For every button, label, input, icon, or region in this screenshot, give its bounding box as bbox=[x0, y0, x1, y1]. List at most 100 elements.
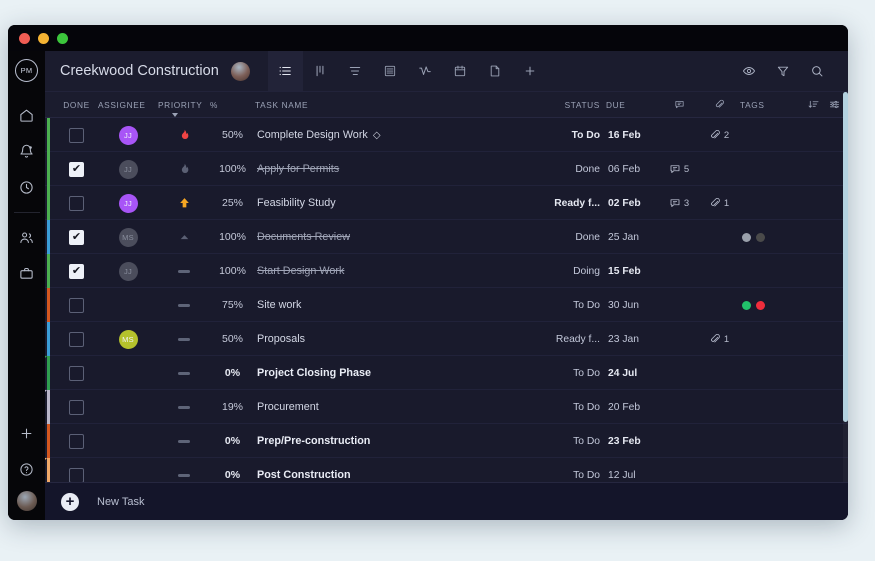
tag-dot[interactable] bbox=[742, 301, 751, 310]
column-header-assignee[interactable]: ASSIGNEE bbox=[98, 100, 158, 110]
tab-gantt[interactable] bbox=[338, 51, 373, 91]
filter-button[interactable] bbox=[766, 64, 800, 78]
row-assignee-cell[interactable]: JJ bbox=[98, 262, 158, 281]
sidebar-item-recents[interactable] bbox=[13, 173, 41, 201]
row-status-cell[interactable]: To Do bbox=[536, 402, 606, 413]
row-priority-cell[interactable] bbox=[158, 474, 210, 477]
row-percent-cell[interactable]: 50% bbox=[210, 129, 255, 141]
row-due-cell[interactable]: 20 Feb bbox=[606, 402, 660, 413]
row-due-cell[interactable]: 15 Feb bbox=[606, 266, 660, 277]
row-attachments-cell[interactable]: 2 bbox=[698, 129, 740, 141]
sidebar-item-workspaces[interactable] bbox=[13, 259, 41, 287]
table-row[interactable]: JJ25%Feasibility StudyReady f...02 Feb31 bbox=[45, 186, 848, 220]
row-assignee-cell[interactable]: JJ bbox=[98, 126, 158, 145]
column-header-priority[interactable]: PRIORITY bbox=[158, 100, 210, 110]
tag-dot[interactable] bbox=[756, 233, 765, 242]
column-header-tags[interactable]: TAGS bbox=[740, 100, 800, 110]
done-checkbox[interactable] bbox=[69, 230, 84, 245]
sidebar-item-add[interactable] bbox=[13, 419, 41, 447]
table-row[interactable]: 0%Post ConstructionTo Do12 Jul bbox=[45, 458, 848, 482]
row-status-cell[interactable]: To Do bbox=[536, 300, 606, 311]
sidebar-item-people[interactable] bbox=[13, 223, 41, 251]
app-logo[interactable]: PM bbox=[15, 59, 38, 82]
column-header-due[interactable]: DUE bbox=[606, 100, 660, 110]
done-checkbox[interactable] bbox=[69, 196, 84, 211]
row-comments-cell[interactable]: 3 bbox=[660, 197, 698, 209]
vertical-scrollbar-thumb[interactable] bbox=[843, 92, 848, 422]
column-header-done[interactable]: DONE bbox=[55, 100, 98, 110]
row-task-name[interactable]: Prep/Pre-construction bbox=[255, 435, 536, 447]
row-percent-cell[interactable]: 25% bbox=[210, 197, 255, 209]
row-assignee-cell[interactable]: MS bbox=[98, 330, 158, 349]
row-percent-cell[interactable]: 100% bbox=[210, 231, 255, 243]
row-comments-cell[interactable]: 5 bbox=[660, 163, 698, 175]
row-due-cell[interactable]: 06 Feb bbox=[606, 164, 660, 175]
row-task-name[interactable]: Procurement bbox=[255, 401, 536, 413]
tab-add-view[interactable] bbox=[513, 51, 548, 91]
done-checkbox[interactable] bbox=[69, 264, 84, 279]
done-checkbox[interactable] bbox=[69, 400, 84, 415]
row-priority-cell[interactable] bbox=[158, 128, 210, 142]
row-priority-cell[interactable] bbox=[158, 230, 210, 244]
zoom-window-button[interactable] bbox=[57, 33, 68, 44]
row-task-name[interactable]: Post Construction bbox=[255, 469, 536, 481]
row-tags-cell[interactable] bbox=[740, 233, 800, 242]
row-percent-cell[interactable]: 0% bbox=[210, 367, 255, 379]
row-status-cell[interactable]: Doing bbox=[536, 266, 606, 277]
assignee-avatar[interactable]: MS bbox=[119, 228, 138, 247]
tag-dot[interactable] bbox=[742, 233, 751, 242]
row-due-cell[interactable]: 12 Jul bbox=[606, 470, 660, 481]
table-row[interactable]: 19%ProcurementTo Do20 Feb bbox=[45, 390, 848, 424]
table-row[interactable]: MS 100%Documents ReviewDone25 Jan bbox=[45, 220, 848, 254]
row-priority-cell[interactable] bbox=[158, 162, 210, 176]
done-checkbox[interactable] bbox=[69, 298, 84, 313]
row-status-cell[interactable]: To Do bbox=[536, 436, 606, 447]
tab-docs[interactable] bbox=[478, 51, 513, 91]
sidebar-item-notifications[interactable] bbox=[13, 137, 41, 165]
tab-calendar[interactable] bbox=[443, 51, 478, 91]
search-button[interactable] bbox=[800, 64, 834, 78]
row-priority-cell[interactable] bbox=[158, 338, 210, 341]
row-status-cell[interactable]: To Do bbox=[536, 130, 606, 141]
sort-icon[interactable] bbox=[808, 99, 819, 110]
table-row[interactable]: JJ100%Apply for PermitsDone06 Feb5 bbox=[45, 152, 848, 186]
row-percent-cell[interactable]: 75% bbox=[210, 299, 255, 311]
done-checkbox[interactable] bbox=[69, 128, 84, 143]
row-assignee-cell[interactable]: JJ bbox=[98, 194, 158, 213]
row-assignee-cell[interactable]: MS bbox=[98, 228, 158, 247]
column-header-percent[interactable]: % bbox=[210, 100, 255, 110]
row-percent-cell[interactable]: 19% bbox=[210, 401, 255, 413]
row-task-name[interactable]: Complete Design Work◇ bbox=[255, 129, 536, 141]
column-header-status[interactable]: STATUS bbox=[536, 100, 606, 110]
vertical-scrollbar-track[interactable] bbox=[843, 92, 848, 482]
row-task-name[interactable]: Project Closing Phase bbox=[255, 367, 536, 379]
row-due-cell[interactable]: 16 Feb bbox=[606, 130, 660, 141]
table-row[interactable]: JJ 50%Complete Design Work◇To Do16 Feb 2 bbox=[45, 118, 848, 152]
column-header-comments[interactable] bbox=[660, 99, 698, 110]
tab-board[interactable] bbox=[303, 51, 338, 91]
row-due-cell[interactable]: 25 Jan bbox=[606, 232, 660, 243]
row-assignee-cell[interactable]: JJ bbox=[98, 160, 158, 179]
row-task-name[interactable]: Proposals bbox=[255, 333, 536, 345]
row-percent-cell[interactable]: 100% bbox=[210, 163, 255, 175]
row-priority-cell[interactable] bbox=[158, 304, 210, 307]
row-task-name[interactable]: Documents Review bbox=[255, 231, 536, 243]
tab-table[interactable] bbox=[373, 51, 408, 91]
row-status-cell[interactable]: Ready f... bbox=[536, 334, 606, 345]
table-row[interactable]: 0%Prep/Pre-constructionTo Do23 Feb bbox=[45, 424, 848, 458]
visibility-button[interactable] bbox=[732, 64, 766, 78]
row-priority-cell[interactable] bbox=[158, 270, 210, 273]
row-status-cell[interactable]: Done bbox=[536, 232, 606, 243]
table-row[interactable]: 75%Site workTo Do30 Jun bbox=[45, 288, 848, 322]
row-due-cell[interactable]: 24 Jul bbox=[606, 368, 660, 379]
row-priority-cell[interactable] bbox=[158, 372, 210, 375]
minimize-window-button[interactable] bbox=[38, 33, 49, 44]
row-percent-cell[interactable]: 0% bbox=[210, 469, 255, 481]
plus-circle-icon[interactable]: + bbox=[61, 493, 79, 511]
sliders-icon[interactable] bbox=[829, 99, 840, 110]
tab-activity[interactable] bbox=[408, 51, 443, 91]
row-due-cell[interactable]: 23 Jan bbox=[606, 334, 660, 345]
row-task-name[interactable]: Feasibility Study bbox=[255, 197, 536, 209]
row-status-cell[interactable]: To Do bbox=[536, 368, 606, 379]
new-task-bar[interactable]: + New Task bbox=[45, 482, 848, 520]
